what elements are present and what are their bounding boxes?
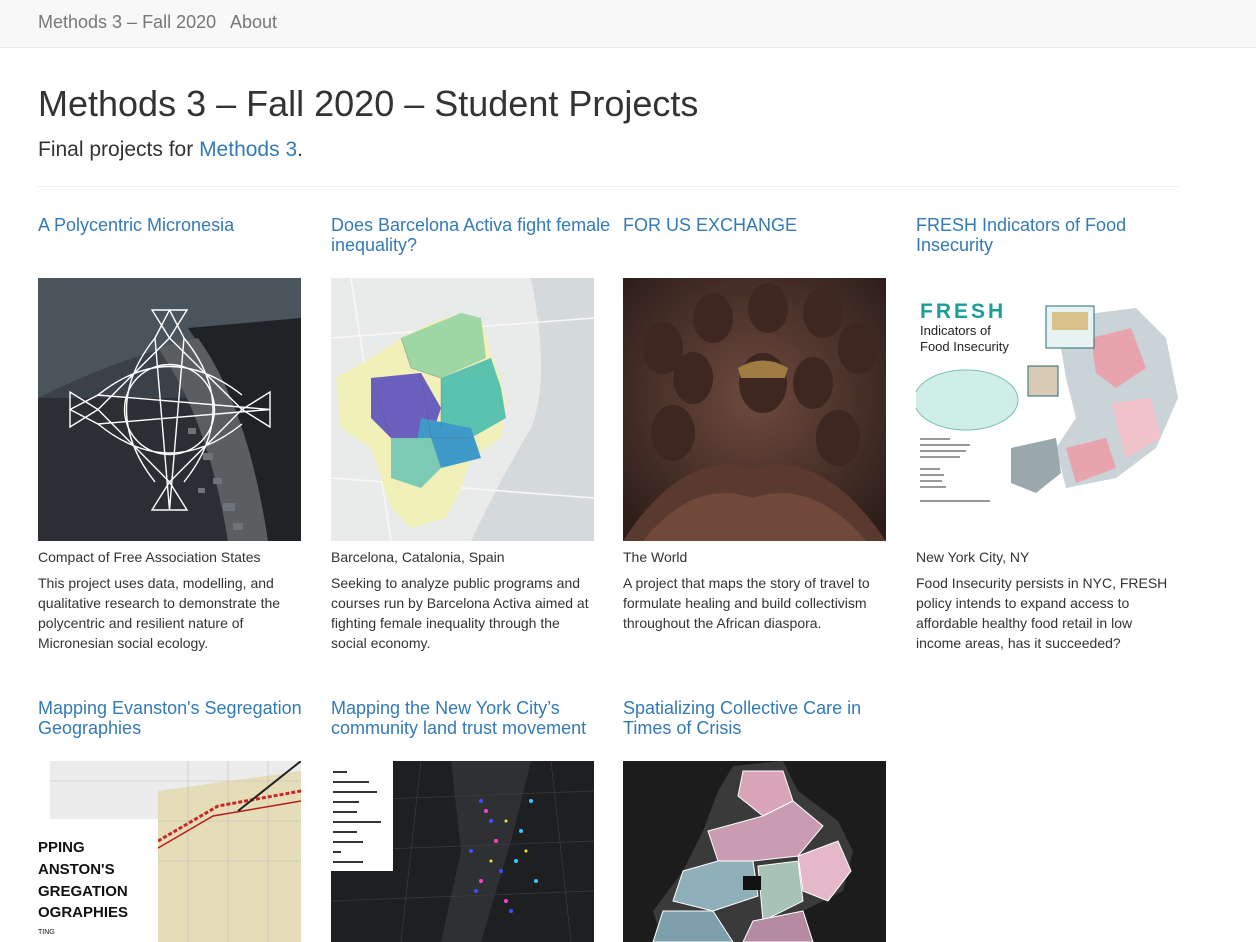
project-title-link[interactable]: Mapping Evanston's Segregation Geographi… — [38, 698, 318, 738]
project-title-link[interactable]: Spatializing Collective Care in Times of… — [623, 698, 903, 738]
header-divider — [38, 186, 1178, 187]
project-location: Compact of Free Association States — [38, 549, 261, 565]
project-title-link[interactable]: Mapping the New York City’s community la… — [331, 698, 611, 738]
project-description: Food Insecurity persists in NYC, FRESH p… — [916, 575, 1168, 651]
project-title-link[interactable]: A Polycentric Micronesia — [38, 215, 318, 235]
nav-about-link[interactable]: About — [230, 12, 277, 32]
evanston-line1-text: PPING — [38, 839, 85, 856]
evanston-line4-text: OGRAPHIES — [38, 904, 128, 921]
methods3-link[interactable]: Methods 3 — [199, 138, 297, 161]
project-location: New York City, NY — [916, 549, 1030, 565]
page-title: Methods 3 – Fall 2020 – Student Projects — [38, 83, 699, 124]
project-thumbnail-barcelona[interactable] — [331, 278, 594, 541]
project-location: The World — [623, 549, 688, 565]
project-thumbnail-evanston[interactable]: PPING ANSTON'S GREGATION OGRAPHIES TING — [38, 761, 301, 942]
navbar: Methods 3 – Fall 2020 About — [0, 0, 1256, 48]
fresh-line2-text: Food Insecurity — [920, 339, 1009, 354]
project-thumbnail-land-trust[interactable] — [331, 761, 594, 942]
navbar-brand-link[interactable]: Methods 3 – Fall 2020 — [38, 12, 216, 32]
evanston-line5-text: TING — [38, 929, 55, 936]
project-description: A project that maps the story of travel … — [623, 575, 870, 631]
project-title-link[interactable]: FOR US EXCHANGE — [623, 215, 903, 235]
lead-text: Final projects for Methods 3. — [38, 138, 303, 162]
project-description: Seeking to analyze public programs and c… — [331, 575, 589, 651]
project-thumbnail-collective-care[interactable] — [623, 761, 886, 942]
fresh-line1-text: Indicators of — [920, 323, 991, 338]
project-title-link[interactable]: FRESH Indicators of Food Insecurity — [916, 215, 1196, 255]
lead-suffix: . — [297, 138, 303, 161]
lead-prefix: Final projects for — [38, 138, 200, 161]
project-location: Barcelona, Catalonia, Spain — [331, 549, 505, 565]
project-thumbnail-fresh[interactable]: FRESH Indicators of Food Insecurity — [916, 278, 1179, 541]
project-thumbnail-for-us-exchange[interactable] — [623, 278, 886, 541]
project-description: This project uses data, modelling, and q… — [38, 575, 281, 651]
project-thumbnail-micronesia[interactable] — [38, 278, 301, 541]
evanston-line3-text: GREGATION — [38, 883, 128, 900]
evanston-line2-text: ANSTON'S — [38, 861, 115, 878]
project-title-link[interactable]: Does Barcelona Activa fight female inequ… — [331, 215, 611, 255]
fresh-brand-text: FRESH — [920, 300, 1006, 323]
